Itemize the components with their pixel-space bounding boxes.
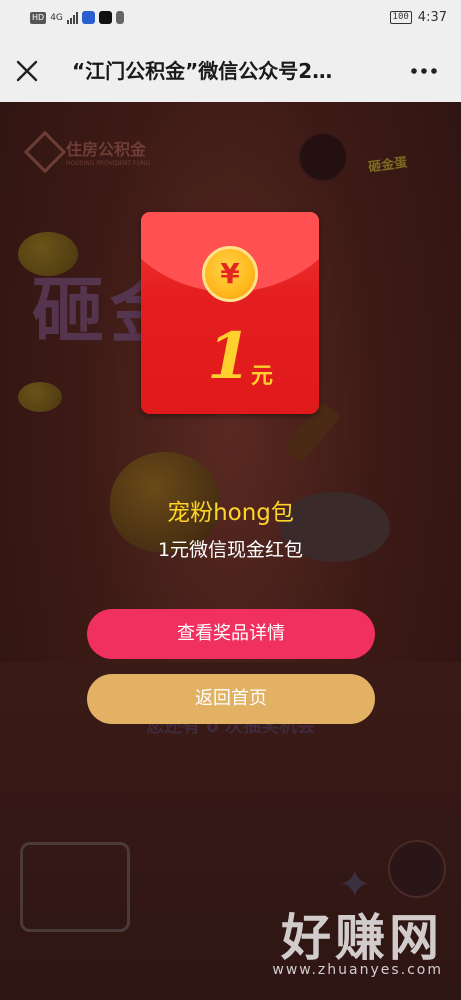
watermark: 好赚网 www.zhuanyes.com	[272, 910, 443, 978]
status-left: HD 4G	[30, 11, 124, 24]
watermark-text: 好赚网	[281, 909, 443, 967]
decor-coin-icon	[18, 382, 62, 412]
status-bar: HD 4G 100 4:37	[0, 0, 461, 38]
navigation-bar: “江门公积金”微信公众号2…	[0, 38, 461, 102]
watermark-url: www.zhuanyes.com	[272, 962, 443, 978]
logo-mark-icon	[23, 130, 67, 173]
app-notification-icon	[81, 11, 95, 24]
gift-box-icon	[20, 842, 130, 932]
corner-tag: 砸金蛋	[367, 155, 409, 176]
logo-text: 住房公积金	[66, 140, 147, 159]
signal-icon	[66, 11, 78, 24]
logo-subtext: HOUSING PROVIDENT FUND	[66, 160, 150, 167]
prize-name: 宠粉hong包	[167, 500, 294, 526]
red-envelope: ¥ 1 元	[141, 212, 319, 414]
more-icon[interactable]	[409, 58, 439, 84]
clock: 4:37	[417, 10, 447, 25]
battery-icon: 100	[389, 11, 412, 24]
hd-badge: HD	[30, 11, 47, 24]
tiktok-icon	[98, 11, 112, 24]
prize-amount-unit: 元	[251, 364, 274, 389]
alert-icon	[115, 11, 124, 24]
yuan-coin-icon: ¥	[202, 246, 258, 302]
view-prize-details-button[interactable]: 查看奖品详情	[87, 609, 375, 659]
back-to-home-button[interactable]: 返回首页	[87, 674, 375, 724]
music-toggle-icon[interactable]	[298, 132, 348, 182]
sparkle-icon: ✦	[338, 862, 372, 908]
network-type: 4G	[50, 12, 63, 23]
prize-amount: 1	[207, 319, 252, 394]
status-right: 100 4:37	[389, 10, 447, 25]
my-prizes-gift-icon[interactable]	[388, 840, 446, 898]
prize-description: 1元微信现金红包	[157, 539, 304, 561]
yuan-symbol: ¥	[220, 257, 240, 290]
close-icon[interactable]	[14, 58, 40, 84]
page-title: “江门公积金”微信公众号2…	[72, 59, 333, 83]
housing-fund-logo: 住房公积金 HOUSING PROVIDENT FUND	[23, 130, 150, 173]
